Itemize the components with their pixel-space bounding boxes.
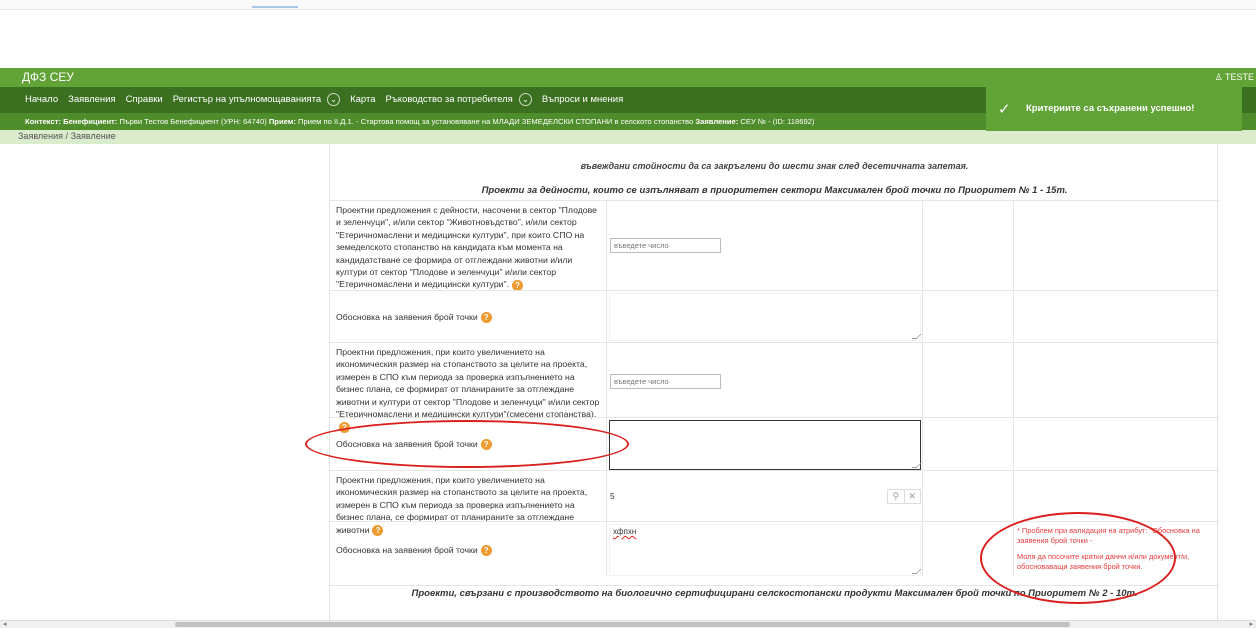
application-label: Заявление: [695,117,739,126]
criterion-row: Проектни предложения, при които увеличен… [330,342,1219,433]
lookup-cell: 5 ⚲ ✕ [607,471,923,521]
scroll-left-icon[interactable]: ◂ [3,620,7,628]
empty-cell [923,343,1014,417]
app-header: ДФЗ СЕУ ♙ TESTE [0,68,1256,87]
nav-map[interactable]: Карта [350,94,375,105]
call-value: Прием по II.Д.1. - Стартова помощ за уст… [298,117,694,126]
justification-textarea[interactable] [609,420,922,470]
resize-handle[interactable] [911,463,922,468]
annotation-circle [305,420,629,468]
justification-textarea[interactable] [609,293,922,341]
criterion-label: Проектни предложения, при които увеличен… [330,343,607,433]
nav-reports[interactable]: Справки [126,94,163,105]
nav-user-guide[interactable]: Ръководство за потребителя [386,94,513,105]
justification-text: Обосновка на заявения брой точки [336,544,478,555]
breadcrumb-separator: / [65,131,69,141]
criterion-text: Проектни предложения, при които увеличен… [336,347,600,420]
justification-text-value: хфпхн [613,527,637,536]
points-input[interactable] [610,238,721,253]
info-icon[interactable]: ? [480,544,492,556]
user-icon: ♙ [1214,72,1223,82]
justification-text: Обосновка на заявения брой точки [336,311,478,322]
empty-cell [923,291,1014,342]
justification-cell [607,291,923,342]
form-note: въвеждани стойности да са закръглени до … [580,161,969,171]
success-toast: ✓ Критериите са съхранени успешно! [986,87,1242,131]
close-icon[interactable]: ✕ [903,490,921,503]
validation-cell [1014,201,1219,290]
validation-cell [1014,471,1219,521]
scroll-right-icon[interactable]: ▸ [1249,620,1253,628]
nav-authorizations-register[interactable]: Регистър на упълномощаванията [173,94,321,105]
justification-cell: хфпхн [607,522,923,577]
breadcrumb-root[interactable]: Заявления [18,131,63,141]
browser-tab-strip [0,0,1256,10]
points-cell [607,201,923,290]
validation-cell [1014,343,1219,417]
application-value: СЕУ № - (ID: 118692) [740,117,815,126]
justification-label: Обосновка на заявения брой точки? [330,291,607,342]
context-label: Контекст: [25,117,61,126]
nav-questions[interactable]: Въпроси и мнения [542,94,623,105]
justification-cell [607,418,923,470]
nav-applications[interactable]: Заявления [68,94,116,105]
beneficiary-label: Бенефициент: [63,117,118,126]
lookup-buttons: ⚲ ✕ [887,489,921,504]
points-input[interactable] [610,374,721,389]
lookup-value[interactable]: 5 [610,491,615,501]
annotation-circle [980,512,1176,604]
horizontal-scrollbar[interactable]: ◂ ▸ [0,620,1256,628]
info-icon[interactable]: ? [480,311,492,323]
chevron-down-icon[interactable]: ⌄ [518,93,532,106]
check-icon: ✓ [998,101,1011,118]
validation-cell [1014,418,1219,470]
empty-cell [923,201,1014,290]
breadcrumb-current: Заявление [70,131,116,141]
justification-row: Обосновка на заявения брой точки? [330,290,1219,342]
validation-cell [1014,291,1219,342]
criterion-text: Проектни предложения с дейности, насочен… [336,205,597,290]
toast-message: Критериите са съхранени успешно! [1026,103,1195,114]
empty-cell [923,471,1014,521]
user-name: TESTE [1224,72,1254,82]
nav-home[interactable]: Начало [25,94,58,105]
justification-label: Обосновка на заявения брой точки? [330,522,607,577]
search-icon[interactable]: ⚲ [888,490,904,503]
empty-cell [923,418,1014,470]
app-brand[interactable]: ДФЗ СЕУ [22,70,74,84]
justification-textarea[interactable]: хфпхн [609,524,922,576]
user-menu[interactable]: ♙ TESTE [1215,72,1254,83]
chevron-down-icon[interactable]: ⌄ [327,93,341,106]
browser-tab[interactable] [252,3,298,8]
criterion-label: Проектни предложения с дейности, насочен… [330,201,607,291]
resize-handle[interactable] [911,569,922,574]
points-cell [607,343,923,417]
breadcrumb: Заявления / Заявление [0,130,1256,144]
info-icon[interactable]: ? [512,279,524,291]
resize-handle[interactable] [911,334,922,339]
criterion-label: Проектни предложения, при които увеличен… [330,471,607,536]
section-title-priority-1: Проекти за дейности, които се изпълняват… [481,185,1068,196]
beneficiary-value: Първи Тестов Бенефициент (УРН: 64740) [119,117,267,126]
criterion-row: Проектни предложения с дейности, насочен… [330,200,1219,291]
scrollbar-thumb[interactable] [175,622,1070,627]
call-label: Прием: [268,117,296,126]
